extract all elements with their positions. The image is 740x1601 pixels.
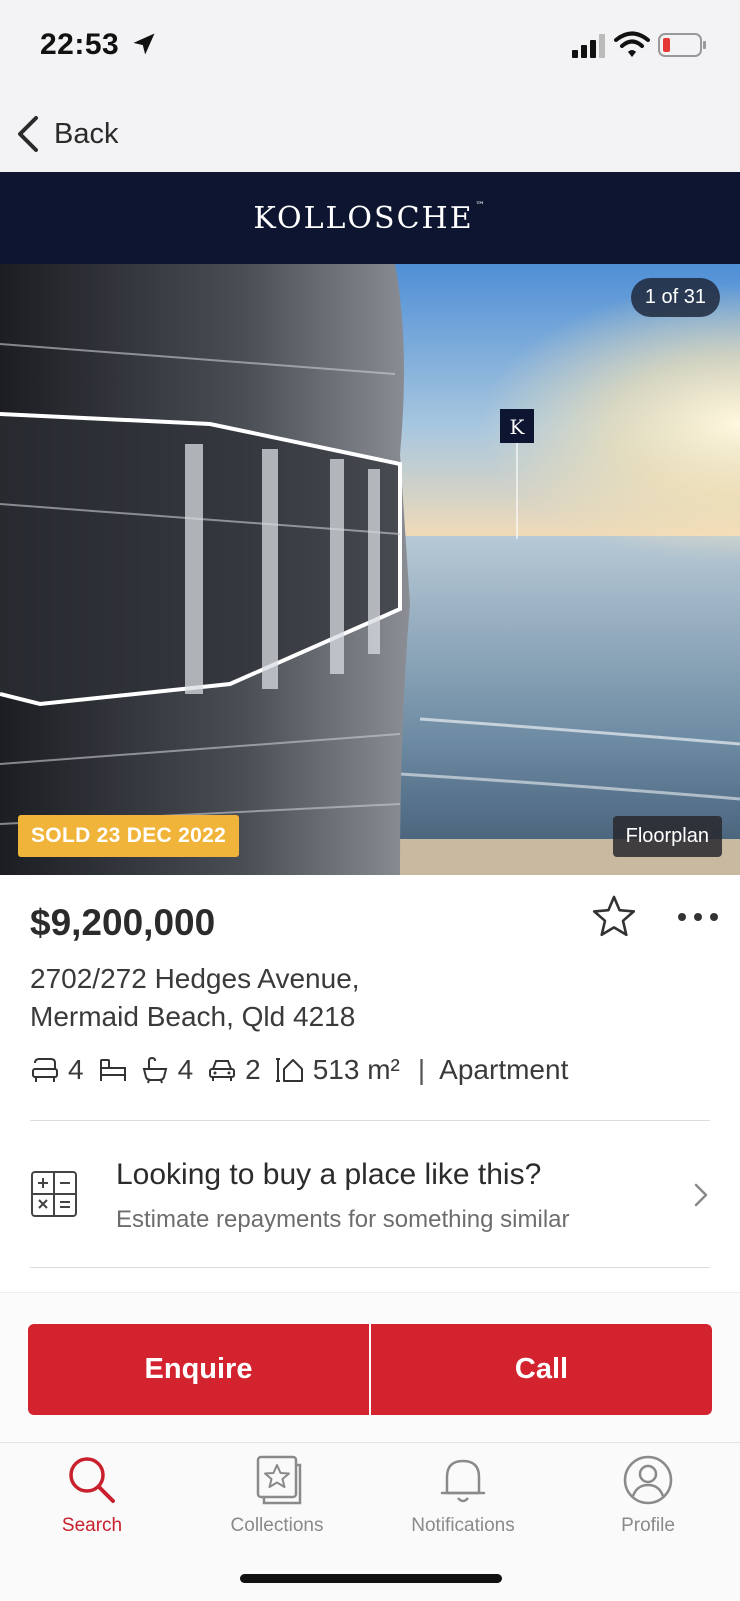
promo-subtitle: Estimate repayments for something simila… bbox=[116, 1206, 570, 1233]
listing-price: $9,200,000 bbox=[30, 902, 216, 943]
save-star-icon[interactable] bbox=[590, 893, 638, 941]
promo-title: Looking to buy a place like this? bbox=[116, 1158, 542, 1191]
chevron-right-icon bbox=[694, 1183, 708, 1207]
tab-label: Search bbox=[61, 1515, 123, 1536]
agency-logo-text: KOLLOSCHE bbox=[253, 200, 474, 236]
baths-count: 4 bbox=[177, 1054, 194, 1085]
divider bbox=[30, 1120, 710, 1121]
car-icon bbox=[209, 1060, 236, 1081]
land-size: 513 m² bbox=[312, 1054, 400, 1085]
chevron-left-icon bbox=[18, 116, 38, 152]
cellular-signal-icon bbox=[572, 34, 605, 58]
agency-banner[interactable]: KOLLOSCHE ™ bbox=[0, 172, 740, 264]
bed-icon bbox=[32, 1058, 58, 1082]
battery-low-icon bbox=[658, 33, 706, 57]
more-options-button[interactable] bbox=[678, 897, 718, 937]
property-type: Apartment bbox=[439, 1054, 569, 1085]
property-features: 4 4 2 513 m² | Apartment bbox=[30, 1050, 568, 1090]
cars-count: 2 bbox=[245, 1054, 261, 1085]
tab-label: Profile bbox=[621, 1515, 675, 1536]
navigation-bar: Back bbox=[0, 95, 740, 172]
location-arrow-icon bbox=[133, 33, 155, 55]
dot-icon bbox=[694, 913, 702, 921]
sold-status-badge: SOLD 23 DEC 2022 bbox=[18, 815, 240, 857]
back-label: Back bbox=[54, 117, 119, 150]
svg-text:K: K bbox=[510, 415, 526, 439]
dot-icon bbox=[710, 913, 718, 921]
tab-search[interactable]: Search bbox=[22, 1453, 162, 1553]
land-size-icon bbox=[275, 1058, 303, 1082]
call-button[interactable]: Call bbox=[371, 1324, 712, 1415]
back-button[interactable]: Back bbox=[14, 109, 118, 159]
listing-photo-gallery[interactable]: K 1 of 31 SOLD 23 DEC 2022 Floorplan bbox=[0, 264, 740, 875]
enquire-button[interactable]: Enquire bbox=[28, 1324, 369, 1415]
address-line2: Mermaid Beach, Qld 4218 bbox=[30, 1001, 356, 1032]
bed-side-icon bbox=[99, 1059, 126, 1081]
address-line1: 2702/272 Hedges Avenue, bbox=[30, 963, 360, 994]
listing-photo: K bbox=[0, 264, 740, 875]
calculator-icon bbox=[31, 1171, 77, 1217]
home-indicator[interactable] bbox=[240, 1574, 502, 1583]
floorplan-button[interactable]: Floorplan bbox=[612, 816, 722, 857]
status-bar: 22:53 bbox=[0, 0, 740, 95]
profile-icon bbox=[623, 1455, 673, 1505]
bath-icon bbox=[142, 1056, 167, 1084]
tab-label: Collections bbox=[230, 1515, 324, 1536]
beds-count: 4 bbox=[68, 1054, 84, 1085]
agency-logo: KOLLOSCHE ™ bbox=[253, 200, 487, 236]
repayment-calculator-promo[interactable]: Looking to buy a place like this? Estima… bbox=[0, 1122, 740, 1268]
dot-icon bbox=[678, 913, 686, 921]
bell-icon bbox=[440, 1459, 486, 1503]
wifi-icon bbox=[614, 31, 650, 57]
divider bbox=[30, 1267, 710, 1268]
tab-profile[interactable]: Profile bbox=[578, 1453, 718, 1553]
tab-label: Notifications bbox=[411, 1515, 515, 1536]
tab-collections[interactable]: Collections bbox=[207, 1453, 347, 1553]
collections-icon bbox=[256, 1455, 302, 1505]
feature-separator: | bbox=[417, 1054, 426, 1085]
search-icon bbox=[69, 1457, 115, 1503]
photo-counter: 1 of 31 bbox=[630, 278, 720, 317]
listing-address: 2702/272 Hedges Avenue, Mermaid Beach, Q… bbox=[30, 960, 360, 1036]
tab-notifications[interactable]: Notifications bbox=[393, 1453, 533, 1553]
status-time: 22:53 bbox=[40, 28, 120, 61]
